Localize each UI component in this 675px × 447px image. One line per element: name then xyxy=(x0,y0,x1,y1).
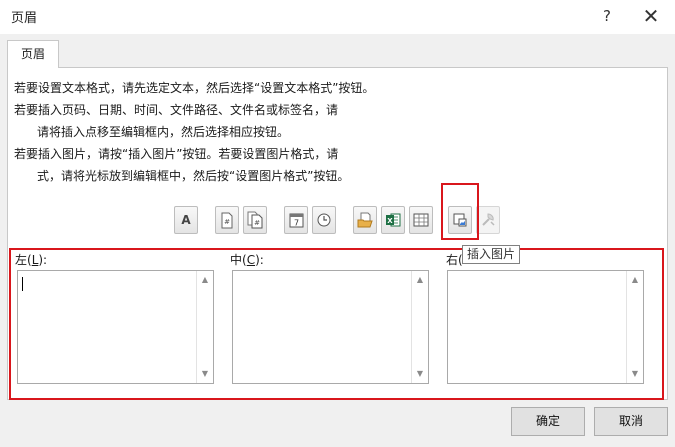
tab-header[interactable]: 页眉 xyxy=(7,40,59,68)
scroll-up-icon[interactable]: ▲ xyxy=(197,273,213,287)
insert-picture-button[interactable] xyxy=(448,206,472,234)
format-text-icon: A xyxy=(181,213,191,227)
center-section-field[interactable]: ▲ ▼ xyxy=(232,270,429,384)
header-toolbar: A # # 7 X xyxy=(0,206,675,235)
right-section-field[interactable]: ▲ ▼ xyxy=(447,270,644,384)
excel-file-icon: X xyxy=(386,213,401,227)
svg-text:7: 7 xyxy=(293,219,298,228)
close-button[interactable]: ✕ xyxy=(637,3,665,29)
insert-page-number-button[interactable]: # xyxy=(215,206,239,234)
total-pages-icon: # xyxy=(247,211,263,229)
insert-total-pages-button[interactable]: # xyxy=(243,206,267,234)
left-section-field[interactable]: ▲ ▼ xyxy=(17,270,214,384)
insert-file-path-button[interactable] xyxy=(353,206,377,234)
svg-text:X: X xyxy=(387,217,393,225)
scroll-down-icon[interactable]: ▼ xyxy=(627,367,643,381)
date-icon: 7 xyxy=(289,213,303,228)
page-number-icon: # xyxy=(221,212,233,228)
scroll-up-icon[interactable]: ▲ xyxy=(412,273,428,287)
title-bar: 页眉 ? ✕ xyxy=(0,0,675,34)
insert-picture-icon xyxy=(453,213,467,227)
scroll-down-icon[interactable]: ▼ xyxy=(197,367,213,381)
ok-button[interactable]: 确定 xyxy=(511,407,585,436)
insert-file-name-button[interactable]: X xyxy=(381,206,405,234)
right-section-scrollbar[interactable]: ▲ ▼ xyxy=(626,271,643,383)
insert-time-button[interactable] xyxy=(312,206,336,234)
sheet-tab-icon xyxy=(413,213,429,227)
format-text-button[interactable]: A xyxy=(174,206,198,234)
text-caret xyxy=(22,277,23,291)
scroll-down-icon[interactable]: ▼ xyxy=(412,367,428,381)
dialog-title: 页眉 xyxy=(11,11,38,26)
insert-date-button[interactable]: 7 xyxy=(284,206,308,234)
help-button[interactable]: ? xyxy=(593,3,621,29)
format-picture-button[interactable] xyxy=(476,206,500,234)
scroll-up-icon[interactable]: ▲ xyxy=(627,273,643,287)
right-section-label: 右( xyxy=(446,253,463,267)
instruction-line: 若要插入图片，请按“插入图片”按钮。若要设置图片格式，请 xyxy=(14,147,339,161)
center-section-label: 中(C): xyxy=(230,253,264,267)
svg-text:#: # xyxy=(254,219,260,227)
left-section-scrollbar[interactable]: ▲ ▼ xyxy=(196,271,213,383)
instruction-line: 若要插入页码、日期、时间、文件路径、文件名或标签名，请 xyxy=(14,103,339,117)
folder-icon xyxy=(357,212,373,228)
cancel-button[interactable]: 取消 xyxy=(594,407,668,436)
insert-sheet-name-button[interactable] xyxy=(409,206,433,234)
instruction-line: 若要设置文本格式，请先选定文本，然后选择“设置文本格式”按钮。 xyxy=(14,81,375,95)
clock-icon xyxy=(317,213,331,227)
center-section-scrollbar[interactable]: ▲ ▼ xyxy=(411,271,428,383)
left-section-label: 左(L): xyxy=(15,253,48,267)
instruction-line: 式，请将光标放到编辑框中，然后按“设置图片格式”按钮。 xyxy=(37,169,350,183)
format-picture-icon xyxy=(482,213,495,226)
instruction-line: 请将插入点移至编辑框内，然后选择相应按钮。 xyxy=(37,125,290,139)
svg-text:#: # xyxy=(224,218,230,226)
insert-picture-tooltip: 插入图片 xyxy=(462,245,521,264)
